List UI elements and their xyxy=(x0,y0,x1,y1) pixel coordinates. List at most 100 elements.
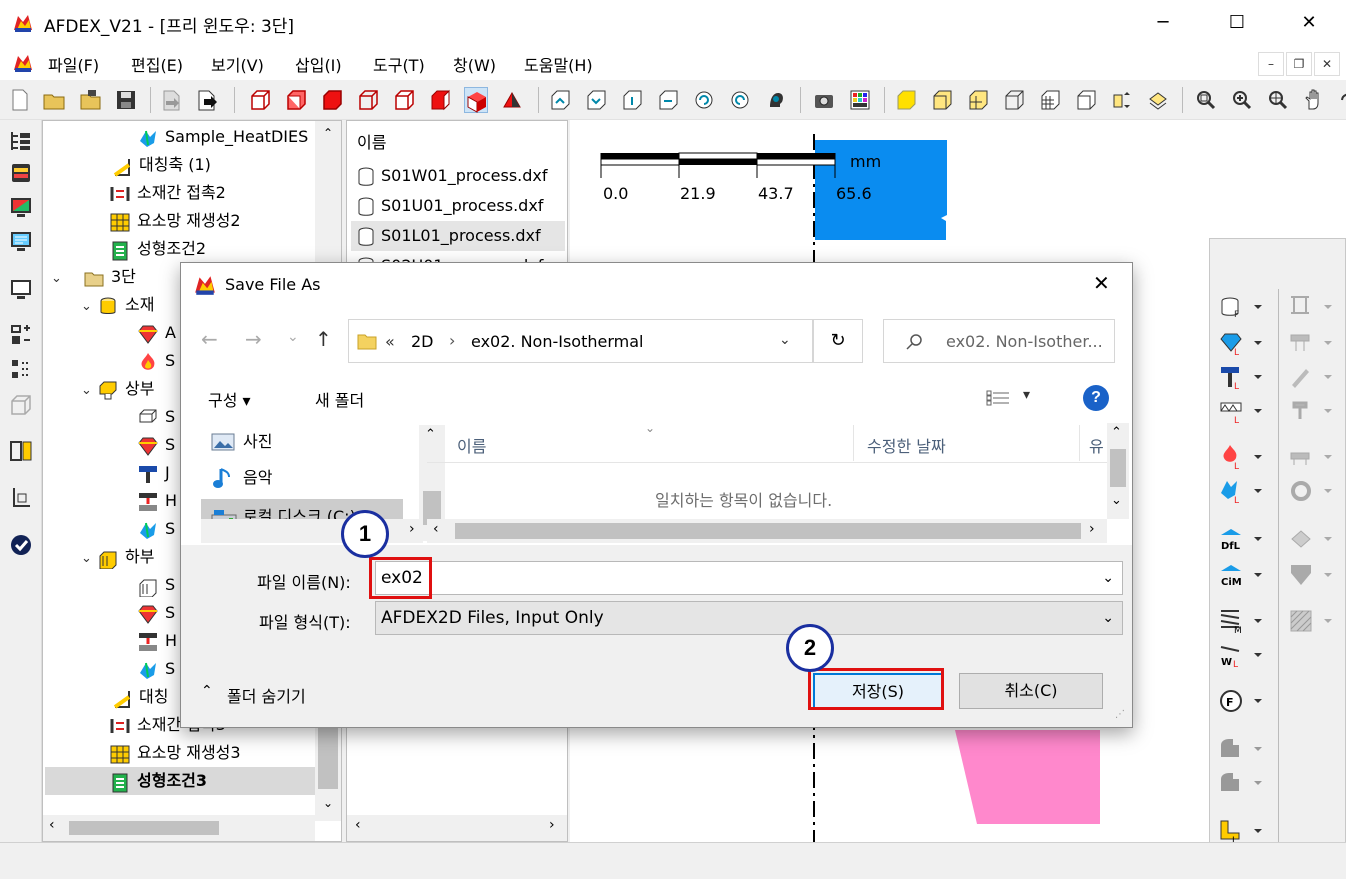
tree-item[interactable]: S xyxy=(137,515,175,543)
spin-ccw-icon[interactable] xyxy=(692,87,716,113)
tree-item[interactable]: H xyxy=(137,487,177,515)
crystal-l-icon[interactable]: L xyxy=(1218,329,1264,358)
monitor-color-icon[interactable] xyxy=(8,194,34,220)
display-icon[interactable] xyxy=(8,276,34,302)
hatch-disabled-icon[interactable] xyxy=(1288,607,1334,635)
filelist-hscrollbar[interactable]: ‹ › xyxy=(347,815,567,841)
menu-tools[interactable]: 도구(T) xyxy=(373,52,425,76)
tree-item[interactable]: ⌄ 상부 xyxy=(81,375,154,403)
scroll-left-icon[interactable]: ‹ xyxy=(355,817,361,833)
scroll-right-icon[interactable]: › xyxy=(549,817,555,833)
refresh-button[interactable]: ↻ xyxy=(813,319,863,363)
cube-back-icon[interactable] xyxy=(392,87,416,113)
file-item[interactable]: S01U01_process.dxf xyxy=(355,191,543,221)
column-date-modified[interactable]: 수정한 날짜 xyxy=(867,433,946,457)
expand-chevron-icon[interactable]: ⌄ xyxy=(81,545,97,573)
cube-side-icon[interactable] xyxy=(284,87,308,113)
color-grid-icon[interactable] xyxy=(848,87,872,113)
tree-item[interactable]: 요소망 재생성2 xyxy=(109,207,241,235)
tool-disabled-icon[interactable] xyxy=(1218,735,1264,763)
new-file-icon[interactable] xyxy=(8,87,32,113)
tree-item[interactable]: S xyxy=(137,431,175,459)
tree-item[interactable]: ⌄ 소재 xyxy=(81,291,154,319)
scroll-left-icon[interactable]: ‹ xyxy=(49,817,55,833)
cube-iso-icon[interactable] xyxy=(464,87,488,113)
resize-grip-icon[interactable]: ⋰ xyxy=(1115,709,1125,720)
cube-persp-icon[interactable] xyxy=(500,87,524,113)
fl-circle-icon[interactable]: F xyxy=(1218,687,1264,715)
search-input[interactable]: ex02. Non-Isother... xyxy=(883,319,1115,363)
hide-folders-button[interactable]: 폴더 숨기기 xyxy=(227,683,306,707)
mesh-yellow-icon[interactable] xyxy=(966,87,990,113)
tree-item[interactable]: J xyxy=(137,459,170,487)
tree-item[interactable]: 성형조건2 xyxy=(109,235,206,263)
file-view[interactable]: ⌄ 이름 수정한 날짜 유 일치하는 항목이 없습니다. ⌃ ⌄ ‹ › xyxy=(427,421,1129,545)
tree-item[interactable]: S xyxy=(137,571,175,599)
zoom-window-icon[interactable] xyxy=(1194,87,1218,113)
rotate-left-icon[interactable] xyxy=(548,87,572,113)
tree-item[interactable]: 요소망 재생성3 xyxy=(109,739,241,767)
organize-button[interactable]: 구성 ▾ xyxy=(208,387,251,411)
check-icon[interactable] xyxy=(8,532,34,558)
cim-icon[interactable]: CiM xyxy=(1218,561,1264,589)
file-list-header[interactable]: 이름 xyxy=(357,129,386,153)
cube-right-icon[interactable] xyxy=(428,87,452,113)
tree-item[interactable]: ⌄ 하부 xyxy=(81,543,154,571)
zoom-in-icon[interactable] xyxy=(1230,87,1254,113)
nav-item-music[interactable]: 음악 xyxy=(201,461,403,495)
tree-item[interactable]: ⌄ 3단 xyxy=(51,263,136,291)
cube-top-icon[interactable] xyxy=(320,87,344,113)
wl-icon[interactable]: WL xyxy=(1218,641,1264,670)
menu-window[interactable]: 창(W) xyxy=(453,52,496,76)
file-item-selected[interactable]: S01L01_process.dxf xyxy=(351,221,565,251)
filename-dropdown-icon[interactable]: ⌄ xyxy=(1102,562,1114,594)
expand-chevron-icon[interactable]: ⌄ xyxy=(81,293,97,321)
scroll-thumb[interactable] xyxy=(318,721,338,789)
scroll-down-icon[interactable]: ⌄ xyxy=(1111,493,1122,508)
address-bar[interactable]: « 2D › ex02. Non-Isothermal ⌄ xyxy=(348,319,813,363)
tree-item[interactable]: 소재간 접촉2 xyxy=(109,179,226,207)
column-type[interactable]: 유 xyxy=(1089,433,1104,457)
scroll-thumb[interactable] xyxy=(1110,449,1126,487)
spin-cw-icon[interactable] xyxy=(728,87,752,113)
pan-hand-icon[interactable] xyxy=(1302,87,1326,113)
solid-yellow-icon[interactable] xyxy=(894,87,918,113)
tree-item[interactable]: S xyxy=(137,655,175,683)
zoom-fit-icon[interactable] xyxy=(1266,87,1290,113)
cube-front-icon[interactable] xyxy=(248,87,272,113)
scroll-right-icon[interactable]: › xyxy=(1089,521,1095,537)
distribute-icon[interactable] xyxy=(8,356,34,382)
column-name[interactable]: 이름 xyxy=(457,433,486,457)
address-dropdown-icon[interactable]: ⌄ xyxy=(779,332,791,348)
hidden-line-icon[interactable] xyxy=(1074,87,1098,113)
tree-item[interactable]: S xyxy=(137,403,175,431)
press-disabled-icon[interactable] xyxy=(1288,329,1334,357)
wireframe-icon[interactable] xyxy=(1002,87,1026,113)
hammer-l-icon[interactable]: L xyxy=(1218,363,1264,392)
frame-disabled-icon[interactable] xyxy=(1288,293,1334,321)
expand-chevron-icon[interactable]: ⌄ xyxy=(51,265,67,293)
database-icon[interactable] xyxy=(8,160,34,186)
open-recent-icon[interactable] xyxy=(78,87,102,113)
axis-icon[interactable] xyxy=(8,484,34,510)
tree-item[interactable]: S xyxy=(137,347,175,375)
help-icon[interactable]: ? xyxy=(1083,385,1109,411)
mdi-minimize-button[interactable]: – xyxy=(1258,52,1284,76)
pen-disabled-icon[interactable] xyxy=(1288,363,1334,391)
filename-input[interactable]: ex02 ⌄ xyxy=(375,561,1123,595)
scroll-up-icon[interactable]: ⌃ xyxy=(315,121,341,145)
breadcrumb-item[interactable]: ex02. Non-Isothermal xyxy=(471,332,643,351)
maximize-button[interactable]: ☐ xyxy=(1214,8,1260,38)
open-folder-icon[interactable] xyxy=(42,87,66,113)
nav-hscrollbar[interactable]: › xyxy=(201,519,423,543)
tree-item[interactable]: A xyxy=(137,319,176,347)
rotate-down-icon[interactable] xyxy=(656,87,680,113)
pin-disabled-icon[interactable] xyxy=(1288,397,1334,425)
cancel-button[interactable]: 취소(C) xyxy=(959,673,1103,709)
layout-icon[interactable] xyxy=(8,438,34,464)
file-item[interactable]: S01W01_process.dxf xyxy=(355,161,548,191)
menu-help[interactable]: 도움말(H) xyxy=(524,52,593,76)
minimize-button[interactable]: ─ xyxy=(1140,8,1186,38)
tree-item[interactable]: Sample_HeatDIES xyxy=(137,123,308,151)
ring-disabled-icon[interactable] xyxy=(1288,477,1334,505)
